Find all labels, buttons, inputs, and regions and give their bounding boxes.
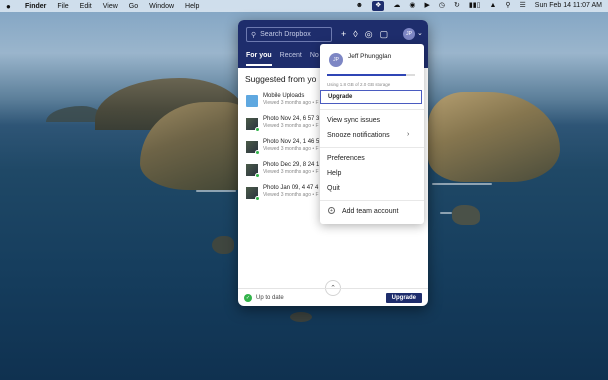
file-subtitle: Viewed 3 months ago • F	[263, 146, 319, 152]
preferences-item[interactable]: Preferences	[327, 155, 365, 162]
account-menu: JP Jeff Phungglan Using 1.8 GB of 2.0 GB…	[320, 44, 424, 224]
search-icon: ⚲	[251, 31, 257, 39]
camera-icon[interactable]: ◉	[409, 1, 415, 11]
divider	[320, 147, 424, 148]
folder-icon	[246, 95, 258, 107]
upgrade-button[interactable]: Upgrade	[385, 292, 422, 303]
user-name: Jeff Phungglan	[348, 53, 392, 60]
wallpaper-rock	[212, 236, 234, 254]
play-icon[interactable]: ▶	[425, 1, 430, 11]
view-sync-issues-item[interactable]: View sync issues	[327, 117, 380, 124]
file-subtitle: Viewed 3 months ago • F	[263, 100, 319, 106]
battery-icon[interactable]: ▮▮▯	[469, 1, 481, 11]
chevron-right-icon: ›	[407, 131, 410, 138]
synced-check-icon	[255, 150, 260, 155]
file-name: Photo Dec 29, 8 24 1	[263, 162, 320, 168]
file-name: Photo Jan 09, 4 47 4	[263, 185, 319, 191]
globe-icon[interactable]: ◎	[365, 29, 373, 40]
photo-thumbnail	[246, 187, 260, 201]
layers-icon[interactable]: ◊	[353, 29, 357, 40]
panel-footer: ✓ Up to date Upgrade	[238, 288, 428, 306]
sync-status: Up to date	[256, 294, 284, 301]
photo-thumbnail	[246, 118, 260, 132]
help-item[interactable]: Help	[327, 170, 341, 177]
check-circle-icon: ✓	[244, 293, 252, 302]
avatar[interactable]: JP	[403, 28, 415, 40]
synced-check-icon	[255, 173, 260, 178]
tab-recent[interactable]: Recent	[280, 52, 302, 66]
search-placeholder: Search Dropbox	[260, 31, 311, 38]
search-input[interactable]: ⚲ Search Dropbox	[246, 27, 332, 42]
file-name: Mobile Uploads	[263, 93, 305, 99]
upgrade-menu-item[interactable]: Upgrade	[320, 90, 422, 104]
synced-check-icon	[255, 196, 260, 201]
wallpaper-cliff-right	[428, 92, 560, 182]
menu-help[interactable]: Help	[185, 3, 199, 10]
menu-go[interactable]: Go	[129, 3, 138, 10]
file-name: Photo Nov 24, 1 46 5	[263, 139, 320, 145]
menu-app-name[interactable]: Finder	[25, 3, 46, 10]
wallpaper-foam	[196, 190, 236, 192]
file-subtitle: Viewed 3 months ago • F	[263, 169, 319, 175]
section-title: Suggested from yo	[245, 74, 317, 84]
menu-bar-status-area: ☻ ❖ ☁ ◉ ▶ ◷ ↻ ▮▮▯ ▲ ⚲ ☰ Sun Feb 14 11:07…	[356, 1, 602, 11]
menu-file[interactable]: File	[57, 3, 68, 10]
search-icon[interactable]: ⚲	[505, 1, 510, 11]
file-name: Photo Nov 24, 6 57 3	[263, 116, 320, 122]
tab-for-you[interactable]: For you	[246, 52, 272, 66]
menu-view[interactable]: View	[103, 3, 118, 10]
header-actions: + ◊ ◎ ▢	[341, 29, 388, 40]
menu-bar: ● Finder File Edit View Go Window Help ☻…	[0, 0, 608, 12]
divider	[320, 109, 424, 110]
person-icon[interactable]: ☻	[356, 1, 363, 11]
wallpaper-foam	[432, 183, 492, 185]
wallpaper-rock	[452, 205, 480, 225]
file-subtitle: Viewed 3 months ago • F	[263, 123, 319, 129]
snooze-notifications-item[interactable]: Snooze notifications	[327, 132, 390, 139]
apple-menu-icon[interactable]: ●	[6, 2, 14, 11]
wallpaper-rock	[290, 312, 312, 322]
chevron-down-icon[interactable]: ⌄	[417, 29, 423, 37]
photo-thumbnail	[246, 141, 260, 155]
menu-window[interactable]: Window	[149, 3, 174, 10]
plus-circle-icon: +	[328, 207, 335, 214]
dropbox-icon[interactable]: ❖	[372, 1, 385, 11]
clock-icon[interactable]: ◷	[439, 1, 445, 11]
file-subtitle: Viewed 3 months ago • F	[263, 192, 319, 198]
folder-icon[interactable]: ▢	[380, 29, 389, 40]
tab-bar: For you Recent No	[246, 52, 319, 66]
add-team-account-item[interactable]: Add team account	[342, 208, 398, 215]
menu-clock[interactable]: Sun Feb 14 11:07 AM	[535, 1, 602, 11]
storage-usage-text: Using 1.8 GB of 2.0 GB storage	[327, 82, 391, 87]
synced-check-icon	[255, 127, 260, 132]
creative-cloud-icon[interactable]: ☁	[393, 1, 400, 11]
sync-icon[interactable]: ↻	[454, 1, 460, 11]
storage-usage-bar	[327, 74, 415, 76]
quit-item[interactable]: Quit	[327, 185, 340, 192]
wallpaper-foam	[440, 212, 452, 214]
menu-edit[interactable]: Edit	[80, 3, 92, 10]
avatar: JP	[329, 53, 343, 67]
wifi-icon[interactable]: ▲	[489, 1, 496, 11]
control-center-icon[interactable]: ☰	[520, 1, 526, 11]
plus-icon[interactable]: +	[341, 29, 346, 40]
tab-notifications[interactable]: No	[310, 52, 319, 66]
storage-usage-fill	[327, 74, 407, 76]
photo-thumbnail	[246, 164, 260, 178]
divider	[320, 200, 424, 201]
